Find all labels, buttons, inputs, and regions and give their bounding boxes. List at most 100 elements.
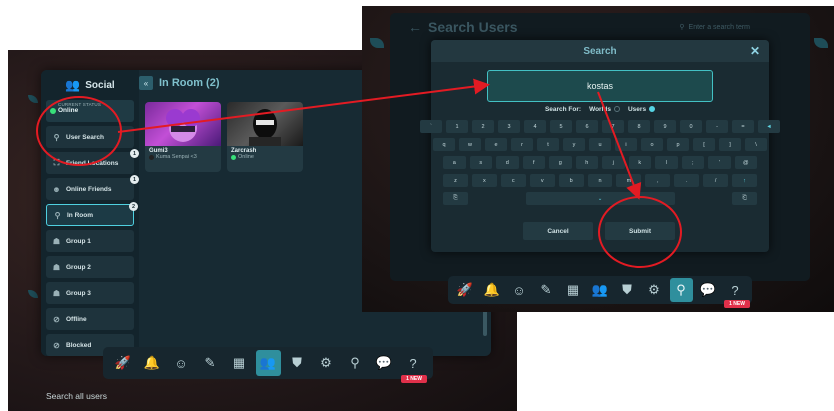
- scrollbar[interactable]: [483, 310, 487, 336]
- key[interactable]: z: [443, 174, 468, 187]
- social-icon[interactable]: 👥: [589, 278, 612, 302]
- key[interactable]: 0: [680, 120, 702, 133]
- sidebar-item-group-1[interactable]: ☗ Group 1: [46, 230, 134, 252]
- sidebar-item-friend-locations[interactable]: ⛶ Friend Locations 1: [46, 149, 139, 174]
- hint-text: Search all users: [46, 391, 107, 401]
- key[interactable]: [: [693, 138, 715, 151]
- key[interactable]: b: [558, 174, 584, 187]
- key[interactable]: w: [459, 138, 481, 151]
- clipboard-icon[interactable]: ⎘: [443, 192, 468, 205]
- rocket-icon[interactable]: 🚀: [454, 278, 477, 302]
- key[interactable]: j: [602, 156, 625, 169]
- avatar-icon[interactable]: ☺: [508, 278, 531, 302]
- key[interactable]: h: [575, 156, 598, 169]
- help-icon[interactable]: ?: [401, 350, 426, 376]
- search-input[interactable]: kostas: [487, 70, 713, 102]
- sidebar-item-group-2[interactable]: ☗ Group 2: [46, 256, 134, 278]
- space-key[interactable]: ⌄: [525, 192, 675, 205]
- sidebar-item-in-room[interactable]: ⚲ In Room 2: [46, 202, 138, 226]
- chat-icon[interactable]: 💬: [372, 350, 397, 376]
- key[interactable]: k: [628, 156, 651, 169]
- status-value: Online: [58, 107, 79, 114]
- key[interactable]: i: [615, 138, 637, 151]
- key[interactable]: q: [433, 138, 455, 151]
- key[interactable]: c: [500, 174, 526, 187]
- key[interactable]: p: [667, 138, 689, 151]
- shield-icon[interactable]: ⛊: [616, 278, 639, 302]
- social-icon[interactable]: 👥: [255, 350, 281, 376]
- shield-icon[interactable]: ⛊: [285, 350, 310, 376]
- key[interactable]: -: [706, 120, 728, 133]
- paste-icon[interactable]: ⎗: [732, 192, 757, 205]
- close-icon[interactable]: ✕: [750, 44, 760, 58]
- pen-icon[interactable]: ✎: [535, 278, 558, 302]
- notebook-icon[interactable]: ▦: [227, 350, 252, 376]
- key[interactable]: 8: [628, 120, 650, 133]
- chat-icon[interactable]: 💬: [697, 278, 720, 302]
- key[interactable]: f: [522, 156, 545, 169]
- key[interactable]: 3: [498, 120, 520, 133]
- key[interactable]: e: [485, 138, 507, 151]
- key[interactable]: y: [563, 138, 585, 151]
- key[interactable]: a: [443, 156, 466, 169]
- notebook-icon[interactable]: ▦: [562, 278, 585, 302]
- key[interactable]: n: [587, 174, 613, 187]
- bell-icon[interactable]: 🔔: [481, 278, 504, 302]
- key[interactable]: 1: [446, 120, 468, 133]
- user-card-gumi3[interactable]: Gumi3 Kuma Senpai <3: [145, 102, 221, 172]
- key[interactable]: v: [529, 174, 555, 187]
- search-icon[interactable]: ⚲: [343, 350, 368, 376]
- bell-icon[interactable]: 🔔: [140, 350, 165, 376]
- key[interactable]: ↑: [732, 174, 757, 187]
- key[interactable]: ◄: [758, 120, 780, 133]
- gear-icon[interactable]: ⚙: [643, 278, 666, 302]
- key[interactable]: 9: [654, 120, 676, 133]
- option-users[interactable]: Users: [628, 106, 656, 113]
- back-arrow-icon[interactable]: ←: [408, 19, 422, 35]
- key[interactable]: .: [674, 174, 700, 187]
- radio-icon: [613, 106, 620, 113]
- sidebar-item-offline[interactable]: ⊘ Offline: [46, 308, 134, 330]
- key[interactable]: l: [655, 156, 678, 169]
- help-icon[interactable]: ?: [724, 278, 747, 302]
- submit-button[interactable]: Submit: [605, 222, 675, 240]
- key[interactable]: \: [745, 138, 767, 151]
- key[interactable]: 7: [602, 120, 624, 133]
- sidebar-item-group-3[interactable]: ☗ Group 3: [46, 282, 134, 304]
- new-badge: 1 NEW: [401, 375, 427, 383]
- key[interactable]: d: [496, 156, 519, 169]
- key[interactable]: o: [641, 138, 663, 151]
- key[interactable]: ;: [681, 156, 704, 169]
- key[interactable]: s: [469, 156, 492, 169]
- search-icon[interactable]: ⚲: [669, 278, 693, 302]
- user-card-zarcrash[interactable]: Zarcrash Online: [227, 102, 303, 172]
- key[interactable]: 6: [576, 120, 598, 133]
- key[interactable]: ': [708, 156, 731, 169]
- key[interactable]: u: [589, 138, 611, 151]
- key[interactable]: 4: [524, 120, 546, 133]
- key[interactable]: g: [549, 156, 572, 169]
- key[interactable]: ]: [719, 138, 741, 151]
- collapse-button[interactable]: «: [139, 76, 153, 90]
- cancel-button[interactable]: Cancel: [523, 222, 593, 240]
- search-hint[interactable]: ⚲ Enter a search term: [679, 23, 750, 32]
- key[interactable]: @: [734, 156, 757, 169]
- key[interactable]: m: [616, 174, 642, 187]
- key[interactable]: 2: [472, 120, 494, 133]
- key[interactable]: t: [537, 138, 559, 151]
- key[interactable]: =: [732, 120, 754, 133]
- key[interactable]: x: [471, 174, 497, 187]
- key[interactable]: /: [703, 174, 729, 187]
- key[interactable]: 5: [550, 120, 572, 133]
- pen-icon[interactable]: ✎: [198, 350, 223, 376]
- option-worlds[interactable]: Worlds: [589, 106, 620, 113]
- sidebar-item-online-friends[interactable]: ☻ Online Friends 1: [46, 175, 139, 200]
- key[interactable]: r: [511, 138, 533, 151]
- key[interactable]: ,: [645, 174, 671, 187]
- key[interactable]: `: [420, 120, 442, 133]
- sidebar-item-user-search[interactable]: ⚲ User Search: [46, 126, 134, 148]
- gear-icon[interactable]: ⚙: [314, 350, 339, 376]
- rocket-icon[interactable]: 🚀: [111, 350, 136, 376]
- avatar-icon[interactable]: ☺: [169, 350, 194, 376]
- current-status[interactable]: CURRENT STATUS Online: [46, 100, 134, 122]
